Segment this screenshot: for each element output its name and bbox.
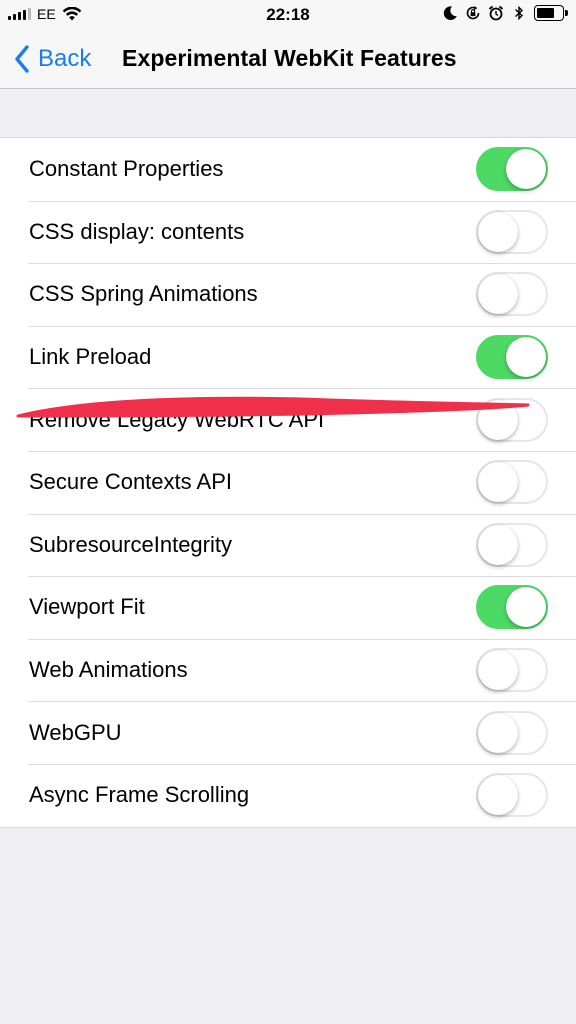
feature-row: WebGPU <box>0 701 576 764</box>
feature-row: SubresourceIntegrity <box>0 513 576 577</box>
feature-toggle[interactable] <box>476 585 548 630</box>
feature-row: Constant Properties <box>0 138 576 201</box>
feature-row: CSS display: contents <box>0 200 576 264</box>
page-title: Experimental WebKit Features <box>122 45 457 71</box>
feature-label: Web Animations <box>29 657 188 683</box>
feature-label: Viewport Fit <box>29 594 145 620</box>
status-bar: EE 22:18 <box>0 0 576 30</box>
toggle-knob <box>478 399 518 440</box>
feature-label: WebGPU <box>29 719 122 745</box>
feature-toggle[interactable] <box>476 460 548 505</box>
feature-row: Async Frame Scrolling <box>0 763 576 827</box>
feature-toggle[interactable] <box>476 773 548 818</box>
battery-icon <box>534 5 568 21</box>
orientation-lock-icon <box>466 6 480 20</box>
feature-label: Link Preload <box>29 344 152 370</box>
feature-label: SubresourceIntegrity <box>29 531 232 557</box>
status-right <box>442 5 568 21</box>
feature-toggle[interactable] <box>476 209 548 254</box>
feature-list: Constant Properties CSS display: contents… <box>0 137 576 828</box>
toggle-knob <box>478 650 518 691</box>
feature-toggle[interactable] <box>476 335 548 380</box>
toggle-knob <box>478 524 518 565</box>
feature-toggle[interactable] <box>476 522 548 567</box>
toggle-knob <box>506 587 546 628</box>
feature-toggle[interactable] <box>476 710 548 755</box>
toggle-knob <box>478 462 518 503</box>
moon-icon <box>443 6 457 20</box>
settings-screen: EE 22:18 Back Experimental WebKit Featur… <box>0 0 576 1024</box>
alarm-icon <box>488 5 504 21</box>
toggle-knob <box>478 775 518 816</box>
feature-label: CSS Spring Animations <box>29 281 258 307</box>
feature-row: Link Preload <box>0 325 576 389</box>
toggle-knob <box>506 149 546 190</box>
back-label: Back <box>38 45 92 72</box>
feature-toggle[interactable] <box>476 272 548 317</box>
feature-label: Constant Properties <box>29 156 224 182</box>
feature-label: Secure Contexts API <box>29 469 232 495</box>
feature-row: CSS Spring Animations <box>0 263 576 326</box>
chevron-left-icon <box>15 45 29 73</box>
feature-row: Viewport Fit <box>0 576 576 639</box>
feature-label: Remove Legacy WebRTC API <box>29 406 325 432</box>
navigation-bar: Back Experimental WebKit Features <box>0 30 576 89</box>
toggle-knob <box>478 712 518 753</box>
feature-label: CSS display: contents <box>29 218 245 244</box>
feature-toggle[interactable] <box>476 397 548 442</box>
bluetooth-icon <box>515 5 524 21</box>
feature-row: Web Animations <box>0 638 576 702</box>
toggle-knob <box>478 211 518 252</box>
feature-row: Secure Contexts API <box>0 450 576 514</box>
feature-toggle[interactable] <box>476 147 548 192</box>
feature-label: Async Frame Scrolling <box>29 782 250 808</box>
toggle-knob <box>506 337 546 378</box>
toggle-knob <box>478 274 518 315</box>
feature-row: Remove Legacy WebRTC API <box>0 388 576 451</box>
back-button[interactable]: Back <box>14 42 91 76</box>
feature-toggle[interactable] <box>476 648 548 693</box>
